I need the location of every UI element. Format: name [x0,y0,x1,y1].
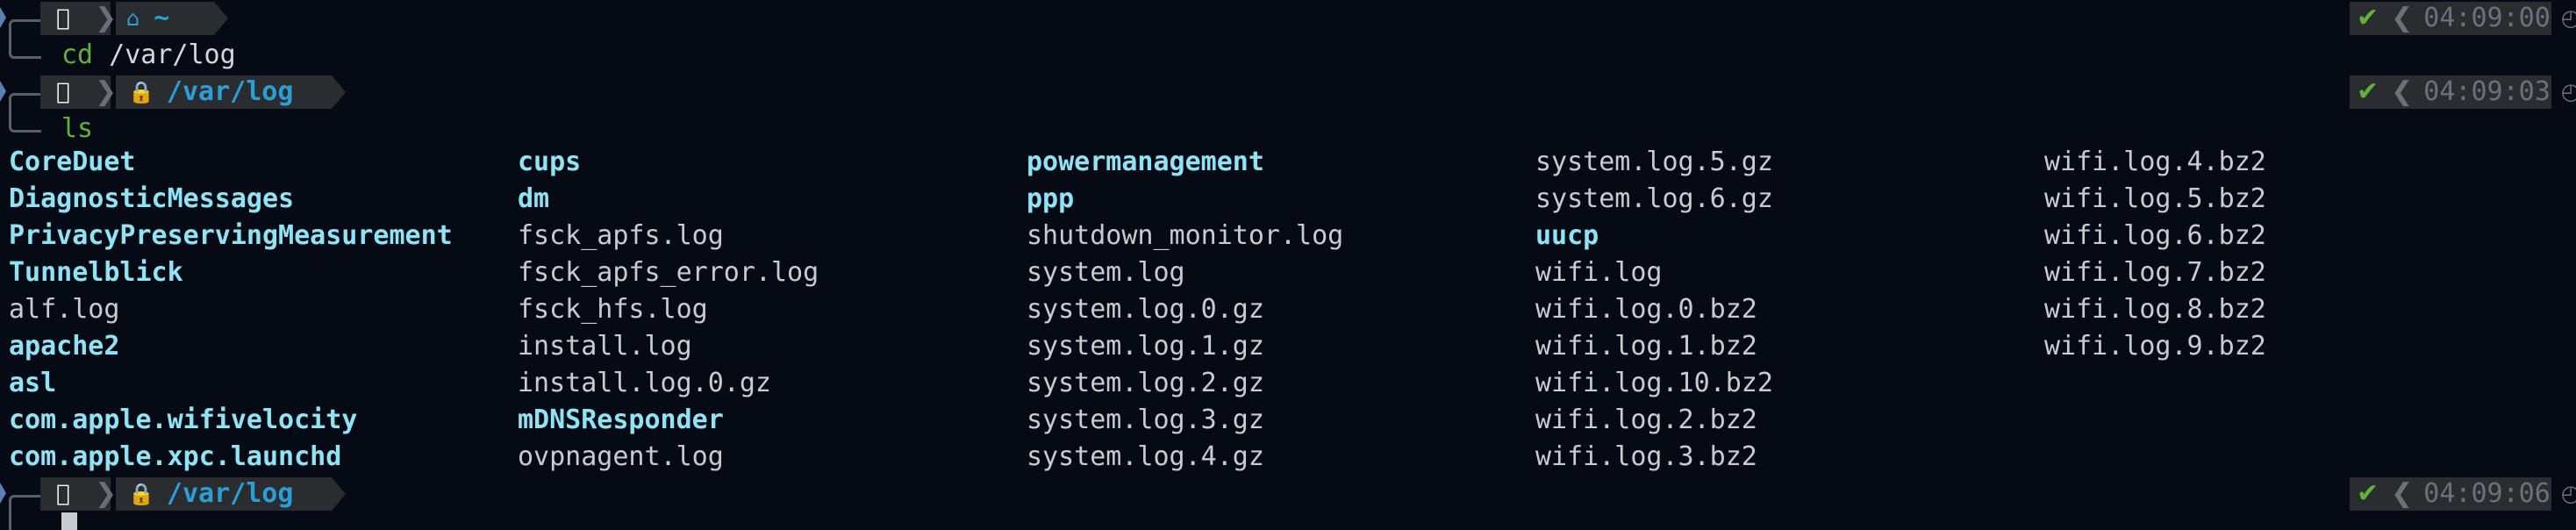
apple-icon:  [56,5,70,32]
directory-entry: com.apple.wifivelocity [9,405,358,435]
file-entry: ovpnagent.log [518,441,724,472]
file-entry: wifi.log.2.bz2 [1535,405,1757,435]
directory-entry: Tunnelblick [9,257,183,288]
file-entry: system.log.0.gz [1027,294,1264,325]
file-entry: wifi.log.8.bz2 [2044,294,2266,325]
terminal-window[interactable]:  ❯ ⌂ ~ ✔ ❮ 04:09:00 ◴ cd /var/log  ❯ 🔒… [0,0,2576,530]
dir-segment: ⌂ ~ [116,2,214,35]
dir-path: ~ [154,3,170,33]
prompt-marker [0,81,6,102]
directory-entry: powermanagement [1027,147,1264,177]
segment-arrow [214,2,228,35]
command-line-3[interactable] [0,512,2576,530]
ls-column-3: powermanagement ppp shutdown_monitor.logsy… [1027,144,1343,476]
file-entry: wifi.log.5.bz2 [2044,183,2266,214]
apple-icon:  [56,79,70,105]
segment-arrow [332,477,346,511]
prompt-time: 04:09:06 [2423,478,2551,509]
file-entry: wifi.log.1.bz2 [1535,331,1757,362]
command-name: cd [61,39,94,70]
file-entry: system.log.1.gz [1027,331,1264,362]
home-icon: ⌂ [126,6,140,31]
prompt-tree-bottom [9,37,41,59]
ls-column-5: wifi.log.4.bz2 wifi.log.5.bz2 wifi.log.6.b… [2044,144,2266,365]
clock-icon: ◴ [2560,79,2576,105]
apple-icon:  [56,481,70,507]
file-entry: wifi.log.9.bz2 [2044,331,2266,362]
clock-icon: ◴ [2560,481,2576,507]
directory-entry: dm [518,183,550,214]
prompt-time: 04:09:00 [2423,3,2551,33]
prompt-line-1:  ❯ ⌂ ~ ✔ ❮ 04:09:00 ◴ [0,0,2576,39]
directory-entry: uucp [1535,220,1599,251]
file-entry: fsck_apfs.log [518,220,724,251]
directory-entry: PrivacyPreservingMeasurement [9,220,453,251]
check-icon: ✔ [2357,76,2379,107]
file-entry: system.log.4.gz [1027,441,1264,472]
prompt-time: 04:09:03 [2423,76,2551,107]
chevron-right-icon: ❯ [95,3,118,33]
status-segment: ✔ ❮ 04:09:06 ◴ [2350,477,2576,511]
directory-entry: mDNSResponder [518,405,724,435]
chevron-left-icon: ❮ [2391,3,2414,33]
file-entry: wifi.log.4.bz2 [2044,147,2266,177]
file-entry: wifi.log.10.bz2 [1535,368,1773,398]
directory-entry: CoreDuet [9,147,136,177]
check-icon: ✔ [2357,3,2379,33]
directory-entry: com.apple.xpc.launchd [9,441,342,472]
directory-entry: cups [518,147,582,177]
chevron-right-icon: ❯ [95,478,118,509]
command-text: cd /var/log [61,37,236,74]
clock-icon: ◴ [2560,5,2576,32]
dir-path: /var/log [166,478,294,509]
file-entry: wifi.log.6.bz2 [2044,220,2266,251]
check-icon: ✔ [2357,478,2379,509]
text-cursor [61,512,77,530]
file-entry: alf.log [9,294,120,325]
lock-icon: 🔒 [128,80,154,104]
dir-segment: 🔒 /var/log [116,75,332,109]
directory-entry: apache2 [9,331,120,362]
file-entry: system.log.2.gz [1027,368,1264,398]
file-entry: wifi.log.7.bz2 [2044,257,2266,288]
prompt-tree-bottom [9,512,41,530]
file-entry: fsck_hfs.log [518,294,708,325]
file-entry: system.log.6.gz [1535,183,1773,214]
dir-path: /var/log [166,76,294,107]
prompt-marker [0,483,6,504]
directory-entry: ppp [1027,183,1075,214]
command-name: ls [61,113,94,144]
chevron-right-icon: ❯ [95,76,118,107]
file-entry: fsck_apfs_error.log [518,257,819,288]
chevron-left-icon: ❮ [2391,76,2414,107]
file-entry: wifi.log.0.bz2 [1535,294,1757,325]
prompt-marker [0,7,6,28]
prompt-line-3:  ❯ 🔒 /var/log ✔ ❮ 04:09:06 ◴ [0,476,2576,515]
file-entry: wifi.log.3.bz2 [1535,441,1757,472]
status-segment: ✔ ❮ 04:09:00 ◴ [2350,2,2576,35]
command-line-2: ls [0,111,2576,147]
command-args: /var/log [93,39,236,70]
command-line-1: cd /var/log [0,37,2576,74]
ls-column-2: cups dm fsck_apfs.log fsck_apfs_error.logfs… [518,144,819,476]
file-entry: system.log.3.gz [1027,405,1264,435]
lock-icon: 🔒 [128,482,154,506]
ls-column-1: CoreDuet DiagnosticMessages PrivacyPreserv… [9,144,453,476]
chevron-left-icon: ❮ [2391,478,2414,509]
directory-entry: asl [9,368,57,398]
prompt-tree-bottom [9,111,41,132]
dir-segment: 🔒 /var/log [116,477,332,511]
prompt-line-2:  ❯ 🔒 /var/log ✔ ❮ 04:09:03 ◴ [0,74,2576,113]
status-segment: ✔ ❮ 04:09:03 ◴ [2350,75,2576,109]
file-entry: install.log [518,331,692,362]
directory-entry: DiagnosticMessages [9,183,295,214]
file-entry: wifi.log [1535,257,1663,288]
file-entry: system.log [1027,257,1185,288]
file-entry: install.log.0.gz [518,368,771,398]
segment-arrow [332,75,346,109]
file-entry: system.log.5.gz [1535,147,1773,177]
file-entry: shutdown_monitor.log [1027,220,1344,251]
command-text: ls [61,111,93,147]
ls-column-4: system.log.5.gz system.log.6.gz uucp wifi.l… [1535,144,1773,476]
